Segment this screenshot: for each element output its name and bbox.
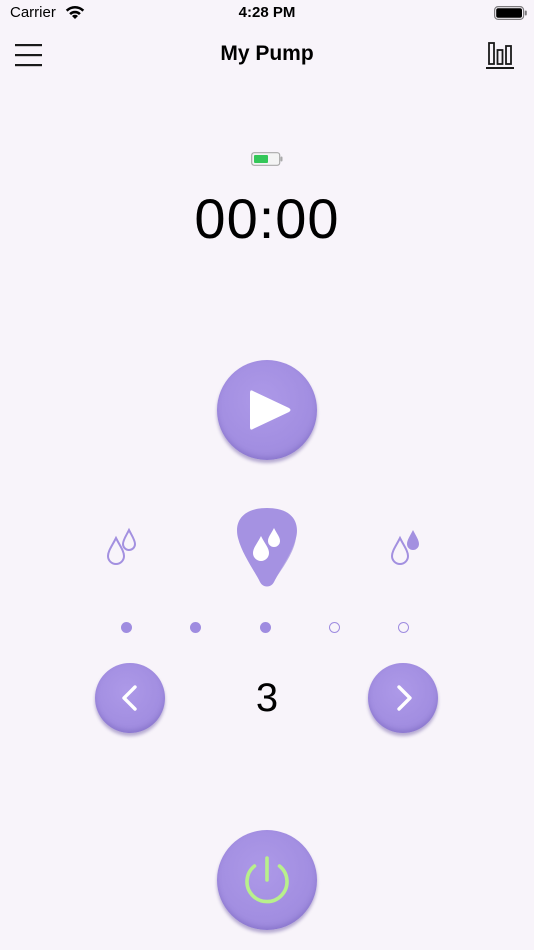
increase-level-button[interactable] — [368, 663, 438, 733]
power-button[interactable] — [217, 830, 317, 930]
drops-icon[interactable] — [234, 504, 300, 588]
level-value: 3 — [255, 676, 279, 720]
chevron-right-icon — [397, 685, 412, 711]
level-dot-3[interactable] — [260, 622, 271, 633]
power-icon — [245, 856, 289, 904]
device-battery-icon — [251, 152, 283, 166]
level-dot-5[interactable] — [398, 622, 409, 633]
decrease-level-button[interactable] — [95, 663, 165, 733]
nav-bar: My Pump — [0, 32, 534, 78]
level-dot-2[interactable] — [190, 622, 201, 633]
heavy-drops-icon[interactable] — [390, 526, 426, 566]
play-button[interactable] — [217, 360, 317, 460]
status-bar: Carrier 4:28 PM — [0, 0, 534, 28]
level-dot-1[interactable] — [121, 622, 132, 633]
chevron-left-icon — [122, 685, 137, 711]
page-title: My Pump — [220, 42, 314, 65]
battery-full-icon — [494, 6, 527, 20]
play-icon — [250, 390, 291, 430]
bar-chart-icon[interactable] — [485, 40, 515, 70]
light-drops-icon[interactable] — [106, 526, 142, 566]
status-time: 4:28 PM — [238, 4, 296, 21]
session-timer: 00:00 — [194, 187, 340, 250]
level-dot-4[interactable] — [329, 622, 340, 633]
